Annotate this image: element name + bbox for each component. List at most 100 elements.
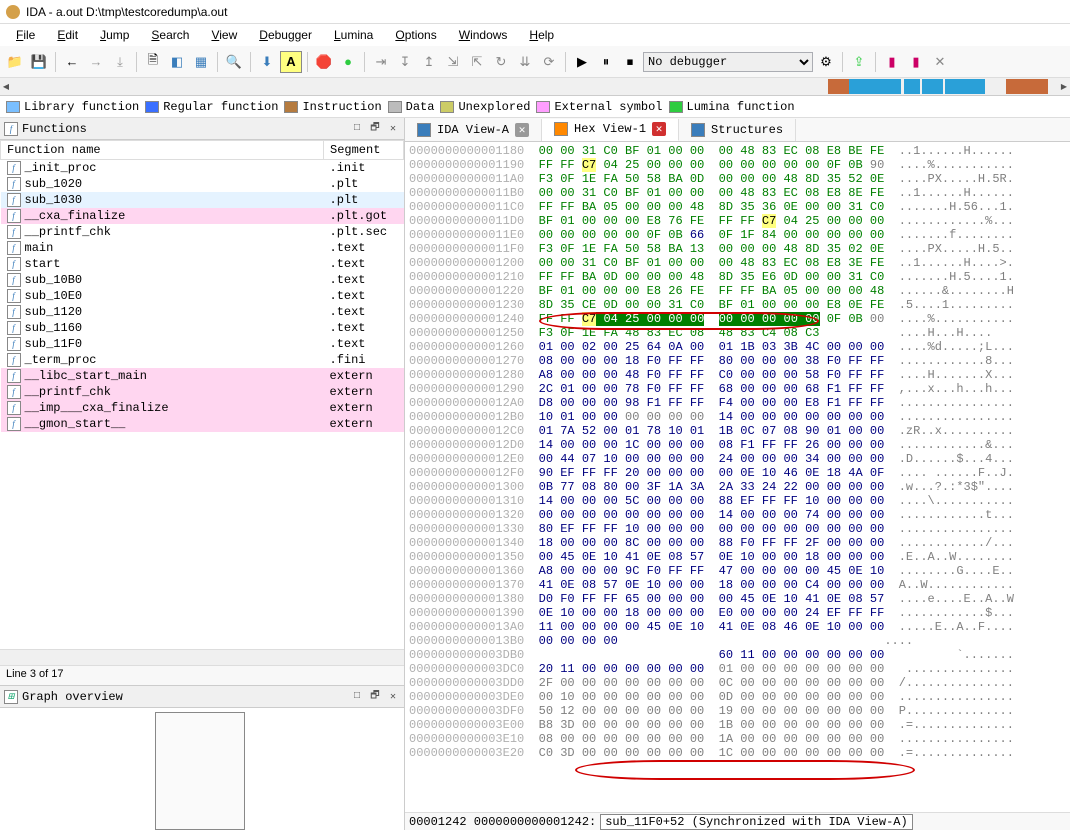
down-icon[interactable]: ⤓ (109, 51, 131, 73)
function-row[interactable]: fsub_10B0.text (1, 272, 404, 288)
function-row[interactable]: fsub_1020.plt (1, 176, 404, 192)
hex-row[interactable]: 0000000000001280 A8 00 00 00 48 F0 FF FF… (405, 368, 1070, 382)
hex-row[interactable]: 0000000000001310 14 00 00 00 5C 00 00 00… (405, 494, 1070, 508)
menu-file[interactable]: File (6, 26, 45, 44)
hex-row[interactable]: 00000000000012A0 D8 00 00 00 98 F1 FF FF… (405, 396, 1070, 410)
tab-ida-view-a[interactable]: IDA View-A✕ (405, 119, 542, 141)
function-row[interactable]: f__cxa_finalize.plt.got (1, 208, 404, 224)
hex-row[interactable]: 0000000000001240 FF FF C7 04 25 00 00 00… (405, 312, 1070, 326)
hex-row[interactable]: 0000000000001350 00 45 0E 10 41 0E 08 57… (405, 550, 1070, 564)
hscroll[interactable] (0, 649, 404, 665)
menu-jump[interactable]: Jump (90, 26, 139, 44)
back-icon[interactable]: ← (61, 51, 83, 73)
menu-edit[interactable]: Edit (47, 26, 88, 44)
step7-icon[interactable]: ⇊ (514, 51, 536, 73)
hex-row[interactable]: 0000000000001180 00 00 31 C0 BF 01 00 00… (405, 144, 1070, 158)
hex-row[interactable]: 0000000000001260 01 00 02 00 25 64 0A 00… (405, 340, 1070, 354)
lumina3-icon[interactable]: ✕ (929, 51, 951, 73)
step2-icon[interactable]: ↧ (394, 51, 416, 73)
hex-row[interactable]: 0000000000001380 D0 F0 FF FF 65 00 00 00… (405, 592, 1070, 606)
hex-row[interactable]: 0000000000001200 00 00 31 C0 BF 01 00 00… (405, 256, 1070, 270)
hex-row[interactable]: 00000000000011A0 F3 0F 1E FA 50 58 BA 0D… (405, 172, 1070, 186)
menu-help[interactable]: Help (519, 26, 564, 44)
hex-row[interactable]: 00000000000012B0 10 01 00 00 00 00 00 00… (405, 410, 1070, 424)
hex-row[interactable]: 0000000000003E00 B8 3D 00 00 00 00 00 00… (405, 718, 1070, 732)
hex-row[interactable]: 00000000000012F0 90 EF FF FF 20 00 00 00… (405, 466, 1070, 480)
menu-options[interactable]: Options (385, 26, 446, 44)
tab-hex-view-1[interactable]: Hex View-1✕ (542, 119, 679, 141)
menu-windows[interactable]: Windows (449, 26, 518, 44)
run-icon[interactable]: ● (337, 51, 359, 73)
hex-row[interactable]: 00000000000013B0 00 00 00 00 .... (405, 634, 1070, 648)
hex-view[interactable]: 0000000000001180 00 00 31 C0 BF 01 00 00… (405, 142, 1070, 812)
step6-icon[interactable]: ↻ (490, 51, 512, 73)
binary-icon[interactable]: ◧ (166, 51, 188, 73)
debugger-select[interactable]: No debugger (643, 52, 813, 72)
tab-structures[interactable]: Structures (679, 119, 796, 141)
hex-row[interactable]: 00000000000011F0 F3 0F 1E FA 50 58 BA 13… (405, 242, 1070, 256)
mark-a-icon[interactable]: A (280, 51, 302, 73)
hex-row[interactable]: 0000000000001230 8D 35 CE 0D 00 00 31 C0… (405, 298, 1070, 312)
menu-view[interactable]: View (201, 26, 247, 44)
hex-icon[interactable]: ▦ (190, 51, 212, 73)
hex-row[interactable]: 0000000000003E20 C0 3D 00 00 00 00 00 00… (405, 746, 1070, 760)
hex-row[interactable]: 0000000000003E10 08 00 00 00 00 00 00 00… (405, 732, 1070, 746)
hex-row[interactable]: 00000000000012C0 01 7A 52 00 01 78 10 01… (405, 424, 1070, 438)
menu-lumina[interactable]: Lumina (324, 26, 383, 44)
stop2-icon[interactable]: ⏹ (619, 51, 641, 73)
nav-left-icon[interactable]: ◀ (0, 78, 12, 95)
hex-row[interactable]: 0000000000001190 FF FF C7 04 25 00 00 00… (405, 158, 1070, 172)
hex-row[interactable]: 0000000000001220 BF 01 00 00 00 E8 26 FE… (405, 284, 1070, 298)
hex-row[interactable]: 0000000000001320 00 00 00 00 00 00 00 00… (405, 508, 1070, 522)
function-row[interactable]: f__imp___cxa_finalizeextern (1, 400, 404, 416)
function-row[interactable]: fstart.text (1, 256, 404, 272)
function-row[interactable]: fsub_10E0.text (1, 288, 404, 304)
function-row[interactable]: fsub_1160.text (1, 320, 404, 336)
hex-row[interactable]: 00000000000013A0 11 00 00 00 00 45 0E 10… (405, 620, 1070, 634)
stop-icon[interactable]: 🛑 (313, 51, 335, 73)
panel-undock-icon[interactable]: □ (350, 122, 364, 136)
hex-row[interactable]: 0000000000003DE0 00 10 00 00 00 00 00 00… (405, 690, 1070, 704)
step5-icon[interactable]: ⇱ (466, 51, 488, 73)
function-row[interactable]: f__printf_chkextern (1, 384, 404, 400)
hex-row[interactable]: 0000000000003DD0 2F 00 00 00 00 00 00 00… (405, 676, 1070, 690)
hex-row[interactable]: 0000000000001340 18 00 00 00 8C 00 00 00… (405, 536, 1070, 550)
function-row[interactable]: f__printf_chk.plt.sec (1, 224, 404, 240)
menu-search[interactable]: Search (141, 26, 199, 44)
function-row[interactable]: f_init_proc.init (1, 160, 404, 177)
lumina2-icon[interactable]: ▮ (905, 51, 927, 73)
hex-row[interactable]: 00000000000011E0 00 00 00 00 00 0F 0B 66… (405, 228, 1070, 242)
pause-icon[interactable]: ⏸ (595, 51, 617, 73)
menu-debugger[interactable]: Debugger (249, 26, 322, 44)
hex-row[interactable]: 00000000000012D0 14 00 00 00 1C 00 00 00… (405, 438, 1070, 452)
lumina1-icon[interactable]: ▮ (881, 51, 903, 73)
hex-row[interactable]: 0000000000001250 F3 0F 1E FA 48 83 EC 08… (405, 326, 1070, 340)
hex-row[interactable]: 00000000000011C0 FF FF BA 05 00 00 00 48… (405, 200, 1070, 214)
function-row[interactable]: f__libc_start_mainextern (1, 368, 404, 384)
hex-row[interactable]: 0000000000001290 2C 01 00 00 78 F0 FF FF… (405, 382, 1070, 396)
search-icon[interactable]: 🔍 (223, 51, 245, 73)
function-row[interactable]: fmain.text (1, 240, 404, 256)
hex-row[interactable]: 0000000000001270 08 00 00 00 18 F0 FF FF… (405, 354, 1070, 368)
hex-row[interactable]: 0000000000001330 80 EF FF FF 10 00 00 00… (405, 522, 1070, 536)
col-name[interactable]: Function name (1, 141, 324, 160)
text-icon[interactable]: 🗎 (142, 51, 164, 73)
hex-row[interactable]: 0000000000003DB0 60 11 00 00 00 00 00 00… (405, 648, 1070, 662)
col-segment[interactable]: Segment (324, 141, 404, 160)
step8-icon[interactable]: ⟳ (538, 51, 560, 73)
cfg-icon[interactable]: ⚙ (815, 51, 837, 73)
step1-icon[interactable]: ⇥ (370, 51, 392, 73)
hex-row[interactable]: 0000000000001300 0B 77 08 80 00 3F 1A 3A… (405, 480, 1070, 494)
graph-viewport[interactable] (155, 712, 245, 830)
function-row[interactable]: f__gmon_start__extern (1, 416, 404, 432)
function-row[interactable]: f_term_proc.fini (1, 352, 404, 368)
functions-list[interactable]: Function name Segment f_init_proc.initfs… (0, 140, 404, 649)
down2-icon[interactable]: ⬇ (256, 51, 278, 73)
function-row[interactable]: fsub_1120.text (1, 304, 404, 320)
export-icon[interactable]: ⇪ (848, 51, 870, 73)
play-icon[interactable]: ▶ (571, 51, 593, 73)
save-icon[interactable]: 💾 (28, 51, 50, 73)
step4-icon[interactable]: ⇲ (442, 51, 464, 73)
fwd-icon[interactable]: → (85, 51, 107, 73)
panel-close-icon[interactable]: ✕ (386, 122, 400, 136)
